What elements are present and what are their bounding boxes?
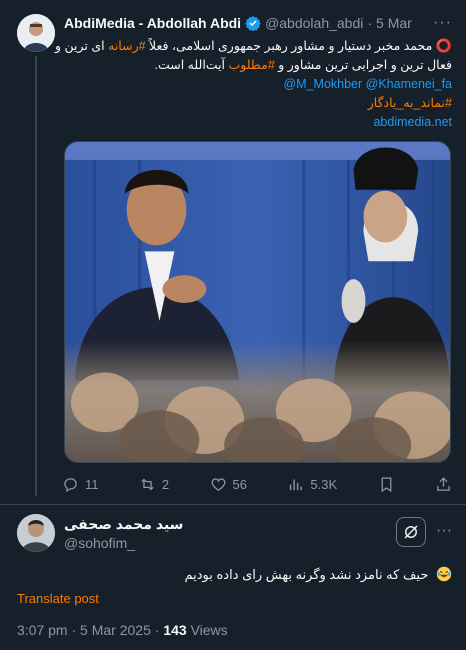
reply-count: 11 (85, 477, 99, 492)
translate-post-link[interactable]: Translate post (17, 591, 99, 606)
more-options-icon[interactable]: ··· (433, 14, 452, 32)
retweet-icon (141, 478, 154, 491)
thread-line (35, 56, 37, 496)
tweet-text-line2: فعال ترین و اجرایی ترین مشاور و (274, 58, 452, 72)
reply-author-handle[interactable]: @sohofim_ (64, 535, 135, 551)
views-count: 143 (163, 622, 187, 638)
like-count: 56 (232, 477, 248, 492)
like-button[interactable]: 56 (210, 476, 247, 493)
verified-badge-icon (245, 16, 261, 31)
tweet-text: ⭕ محمد مخبر دستیار و مشاور رهبر جمهوری ا… (55, 36, 452, 132)
reply-author-avatar[interactable] (17, 514, 55, 552)
author-handle[interactable]: @abdolah_abdi (265, 15, 363, 31)
bookmark-icon (381, 477, 391, 493)
bar-chart-icon (290, 479, 303, 491)
share-icon (437, 477, 450, 491)
divider (0, 504, 466, 505)
red-circle-icon: ⭕ (435, 38, 452, 53)
tweet-text-line1: محمد مخبر دستیار و مشاور رهبر جمهوری اسل… (145, 39, 433, 53)
tweet-date[interactable]: 5 Mar (376, 15, 412, 31)
view-count: 5.3K (310, 477, 338, 492)
retweet-button[interactable]: 2 (139, 476, 169, 493)
reply-author-name[interactable]: سید محمد صحفی (64, 516, 183, 533)
post-metadata: 3:07 pm · 5 Mar 2025 · 143 Views (17, 622, 228, 638)
share-button[interactable] (435, 476, 452, 493)
tweet-text-line1-tail: ای ترین و (55, 39, 109, 53)
views-label: Views (190, 622, 228, 638)
views-button[interactable]: 5.3K (287, 476, 337, 493)
reply-text-content: حیف که نامزد نشد وگرنه بهش رای داده بودی… (184, 567, 429, 582)
grok-icon (404, 525, 418, 539)
reply-more-options-icon[interactable]: ··· (436, 522, 452, 540)
grok-button[interactable] (396, 517, 426, 547)
bookmark-button[interactable] (378, 476, 395, 493)
tweet-text-line2-tail: آیت‌الله است. (154, 58, 229, 72)
tweet-photo[interactable] (64, 141, 451, 463)
hashtag-link[interactable]: #مطلوب (229, 58, 275, 72)
mentions-link[interactable]: @M_Mokhber @Khamenei_fa (64, 75, 452, 94)
post-time[interactable]: 3:07 pm (17, 622, 68, 638)
hashtag-link[interactable]: #نماند_به_یادگار (64, 94, 452, 113)
retweet-count: 2 (161, 477, 170, 492)
website-link[interactable]: abdimedia.net (64, 113, 452, 132)
laughing-emoji-icon (436, 566, 452, 582)
hashtag-link[interactable]: #رسانه (108, 39, 145, 53)
post-date[interactable]: 5 Mar 2025 (80, 622, 151, 638)
tweet-actions: 11 2 56 5.3K (62, 476, 452, 493)
author-avatar[interactable] (17, 14, 55, 52)
reply-button[interactable]: 11 (62, 476, 99, 493)
author-name[interactable]: AbdiMedia - Abdollah Abdi (64, 15, 241, 31)
reply-text: حیف که نامزد نشد وگرنه بهش رای داده بودی… (184, 566, 452, 583)
separator-dot: · (71, 622, 81, 638)
heart-icon (211, 478, 226, 491)
separator-dot: · (367, 15, 373, 31)
tweet-header: AbdiMedia - Abdollah Abdi @abdolah_abdi … (64, 15, 412, 31)
reply-icon (64, 478, 77, 493)
